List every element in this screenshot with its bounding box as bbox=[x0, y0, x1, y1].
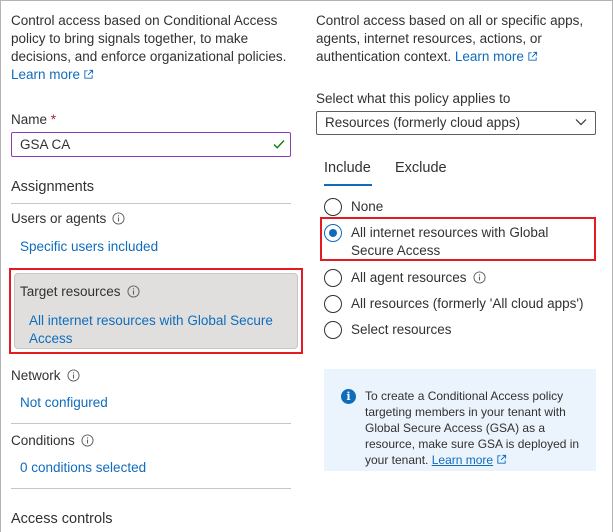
right-description-text: Control access based on all or specific … bbox=[316, 13, 584, 64]
radio-select-resources[interactable] bbox=[324, 321, 342, 339]
conditions-label-text: Conditions bbox=[11, 433, 75, 448]
right-description: Control access based on all or specific … bbox=[316, 12, 600, 66]
info-icon[interactable] bbox=[473, 271, 486, 284]
option-all-internet-resources-label: All internet resources with Global Secur… bbox=[351, 225, 549, 258]
option-all-agent-resources-label: All agent resources bbox=[351, 269, 486, 287]
external-link-icon bbox=[84, 69, 94, 79]
assignments-heading: Assignments bbox=[11, 179, 95, 195]
assignments-divider bbox=[11, 203, 291, 204]
info-icon[interactable] bbox=[127, 285, 140, 298]
right-column: Control access based on all or specific … bbox=[316, 12, 600, 66]
network-divider bbox=[11, 423, 291, 424]
name-label-text: Name bbox=[11, 112, 48, 127]
name-input[interactable] bbox=[11, 132, 291, 157]
left-description: Control access based on Conditional Acce… bbox=[11, 12, 293, 84]
info-icon[interactable] bbox=[112, 212, 125, 225]
conditions-label: Conditions bbox=[11, 433, 94, 448]
chevron-down-icon bbox=[575, 119, 587, 126]
target-resources-highlight: Target resources All internet resources … bbox=[9, 268, 303, 354]
left-description-text: Control access based on Conditional Acce… bbox=[11, 13, 287, 64]
network-value-link[interactable]: Not configured bbox=[20, 395, 108, 410]
conditions-value-link[interactable]: 0 conditions selected bbox=[20, 460, 146, 475]
option-select-resources-label: Select resources bbox=[351, 322, 452, 337]
users-label: Users or agents bbox=[11, 211, 125, 226]
users-label-text: Users or agents bbox=[11, 211, 107, 226]
option-all-agent-resources[interactable]: All agent resources bbox=[324, 269, 486, 287]
tab-include-underline bbox=[324, 184, 372, 186]
left-column: Control access based on Conditional Acce… bbox=[11, 12, 293, 84]
info-message-bar: i To create a Conditional Access policy … bbox=[324, 369, 596, 471]
access-controls-heading: Access controls bbox=[11, 511, 113, 527]
target-resources-label: Target resources bbox=[20, 284, 140, 299]
option-none[interactable]: None bbox=[324, 198, 383, 216]
applies-dropdown[interactable]: Resources (formerly cloud apps) bbox=[316, 111, 596, 135]
option-select-resources[interactable]: Select resources bbox=[324, 321, 452, 339]
option-all-resources-label: All resources (formerly 'All cloud apps'… bbox=[351, 296, 584, 311]
right-learn-more-link[interactable]: Learn more bbox=[455, 49, 538, 64]
checkmark-icon bbox=[273, 140, 285, 149]
name-label: Name * bbox=[11, 112, 56, 127]
info-learn-more-text[interactable]: Learn more bbox=[432, 453, 493, 467]
applies-dropdown-value: Resources (formerly cloud apps) bbox=[325, 115, 521, 130]
conditions-divider bbox=[11, 488, 291, 489]
info-learn-more-link[interactable]: Learn more bbox=[432, 453, 493, 467]
info-message-text: To create a Conditional Access policy ta… bbox=[365, 388, 590, 468]
radio-all-resources[interactable] bbox=[324, 295, 342, 313]
option-all-resources[interactable]: All resources (formerly 'All cloud apps'… bbox=[324, 295, 583, 313]
required-mark: * bbox=[50, 112, 57, 127]
radio-all-agent-resources[interactable] bbox=[324, 269, 342, 287]
radio-all-internet-resources[interactable] bbox=[324, 224, 342, 242]
option-all-agent-resources-text: All agent resources bbox=[351, 270, 467, 285]
external-link-icon bbox=[497, 454, 507, 464]
option-none-label: None bbox=[351, 199, 384, 214]
info-icon[interactable] bbox=[81, 434, 94, 447]
left-learn-more-link[interactable]: Learn more bbox=[11, 67, 94, 82]
applies-label: Select what this policy applies to bbox=[316, 91, 511, 106]
tab-exclude[interactable]: Exclude bbox=[395, 160, 447, 176]
users-value-link[interactable]: Specific users included bbox=[20, 239, 158, 254]
left-learn-more-text[interactable]: Learn more bbox=[11, 67, 80, 82]
tab-include[interactable]: Include bbox=[324, 160, 371, 176]
option-all-internet-resources[interactable]: All internet resources with Global Secur… bbox=[324, 224, 586, 260]
network-label-text: Network bbox=[11, 368, 61, 383]
network-label: Network bbox=[11, 368, 80, 383]
target-resources-label-text: Target resources bbox=[20, 284, 121, 299]
target-resources-value-link[interactable]: All internet resources with Global Secur… bbox=[29, 312, 279, 348]
info-filled-icon: i bbox=[341, 389, 356, 404]
radio-none[interactable] bbox=[324, 198, 342, 216]
info-icon[interactable] bbox=[66, 369, 80, 382]
external-link-icon bbox=[528, 51, 537, 61]
right-learn-more-text[interactable]: Learn more bbox=[455, 49, 524, 64]
target-resources-card[interactable]: Target resources All internet resources … bbox=[14, 273, 298, 349]
